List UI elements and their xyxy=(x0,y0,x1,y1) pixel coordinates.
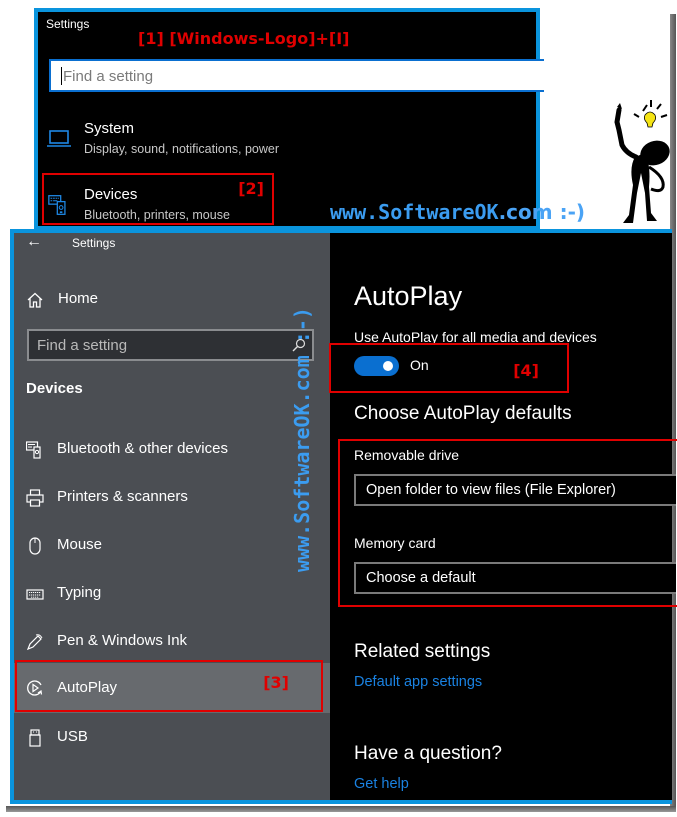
removable-drive-dropdown[interactable]: Open folder to view files (File Explorer… xyxy=(354,474,676,506)
content-pane: AutoPlay Use AutoPlay for all media and … xyxy=(329,233,677,800)
category-system[interactable]: System Display, sound, notifications, po… xyxy=(44,120,284,170)
sidebar-item-label: Bluetooth & other devices xyxy=(57,440,228,457)
category-description: Display, sound, notifications, power xyxy=(84,142,280,156)
default-app-settings-link[interactable]: Default app settings xyxy=(354,674,482,690)
home-icon xyxy=(27,292,43,308)
watermark-vertical: www.SoftwareOK.com :-) xyxy=(290,307,314,572)
sidebar-item-printers[interactable]: Printers & scanners xyxy=(14,475,330,521)
sidebar-item-label: Pen & Windows Ink xyxy=(57,632,188,649)
sidebar-item-label: USB xyxy=(57,728,88,745)
sidebar-item-label: Mouse xyxy=(57,536,103,553)
removable-drive-label: Removable drive xyxy=(354,447,460,463)
home-label: Home xyxy=(58,290,99,307)
memory-card-dropdown[interactable]: Choose a default xyxy=(354,562,676,594)
have-a-question-heading: Have a question? xyxy=(354,743,502,764)
annotation-4: [4] xyxy=(513,361,539,380)
category-description: Bluetooth, printers, mouse xyxy=(84,208,230,222)
window-title: Settings xyxy=(46,17,90,31)
page-title: AutoPlay xyxy=(354,281,463,311)
window-title: Settings xyxy=(72,236,116,250)
category-name: Devices xyxy=(84,186,138,203)
annotation-box-autoplay: [3] xyxy=(15,660,323,712)
sidebar-search-input[interactable] xyxy=(37,334,282,356)
dropdown-value: Choose a default xyxy=(366,570,476,586)
text-caret xyxy=(61,67,62,85)
sidebar-home[interactable]: Home xyxy=(26,288,226,312)
devices-icon xyxy=(48,195,66,215)
watermark-tail: .com :-) xyxy=(498,200,586,224)
related-settings-heading: Related settings xyxy=(354,641,491,662)
category-name: System xyxy=(84,120,135,137)
memory-card-label: Memory card xyxy=(354,535,436,551)
search-box[interactable] xyxy=(49,59,544,92)
dropdown-value: Open folder to view files (File Explorer… xyxy=(366,482,616,498)
watermark-text: www.SoftwareOK xyxy=(330,200,499,224)
settings-devices-window: ← Settings Home Devices Bluetooth & oth xyxy=(10,229,677,804)
sidebar-item-bluetooth[interactable]: Bluetooth & other devices xyxy=(14,427,330,473)
thinking-figure-icon xyxy=(614,100,670,223)
get-help-link[interactable]: Get help xyxy=(354,776,409,792)
keyboard-icon xyxy=(26,589,44,600)
settings-home-window: Settings [1] [Windows-Logo]+[I] System D… xyxy=(34,8,544,230)
sidebar: ← Settings Home Devices Bluetooth & oth xyxy=(14,233,330,800)
sidebar-item-usb[interactable]: USB xyxy=(14,715,330,761)
usb-icon xyxy=(29,729,41,747)
sidebar-item-label: Typing xyxy=(57,584,102,601)
sidebar-item-pen[interactable]: Pen & Windows Ink xyxy=(14,619,330,665)
search-input[interactable] xyxy=(63,63,533,89)
section-heading: Devices xyxy=(26,380,83,397)
window-shadow-bottom xyxy=(6,806,676,812)
annotation-1: [1] [Windows-Logo]+[I] xyxy=(138,29,350,48)
annotation-3: [3] xyxy=(263,673,289,692)
watermark-horizontal: www.SoftwareOK.com :-) xyxy=(330,200,585,224)
back-arrow-icon[interactable]: ← xyxy=(26,233,42,251)
defaults-heading: Choose AutoPlay defaults xyxy=(354,403,572,424)
sidebar-item-label: Printers & scanners xyxy=(57,488,188,505)
printer-icon xyxy=(26,489,44,507)
bluetooth-devices-icon xyxy=(26,441,41,459)
annotation-box-toggle: [4] xyxy=(329,343,569,393)
pen-icon xyxy=(26,634,43,651)
sidebar-search-box[interactable] xyxy=(27,329,314,361)
sidebar-item-mouse[interactable]: Mouse xyxy=(14,523,330,569)
mouse-icon xyxy=(29,537,41,555)
sidebar-item-typing[interactable]: Typing xyxy=(14,571,330,617)
laptop-icon xyxy=(47,130,71,147)
